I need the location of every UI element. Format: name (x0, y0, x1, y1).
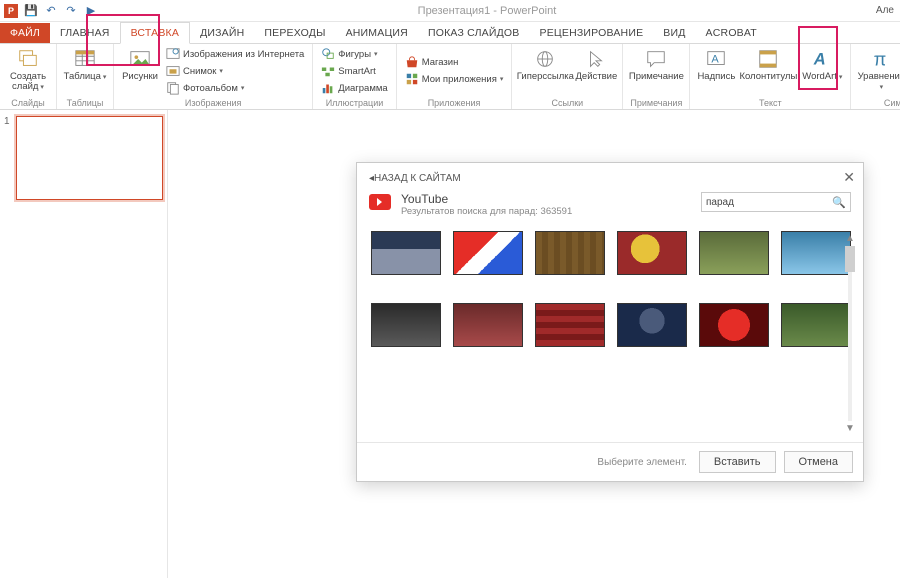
workspace: 1 ✕ НАЗАД К САЙТАМ YouTube Результатов п… (0, 110, 900, 578)
video-result[interactable] (699, 231, 769, 275)
save-icon[interactable]: 💾 (24, 4, 38, 18)
user-label: Але (876, 5, 900, 16)
tab-transitions[interactable]: ПЕРЕХОДЫ (254, 23, 335, 43)
slide-thumbnails-pane: 1 (0, 110, 168, 578)
svg-text:π: π (874, 48, 887, 69)
tab-review[interactable]: РЕЦЕНЗИРОВАНИЕ (530, 23, 654, 43)
window-title: Презентация1 - PowerPoint (98, 5, 876, 17)
group-slides: Создать слайд Слайды (0, 44, 57, 109)
results-scrollbar[interactable]: ▲ ▼ (843, 233, 857, 434)
group-apps: Магазин Мои приложения ▾ Приложения (397, 44, 513, 109)
photo-album-icon (166, 81, 180, 95)
video-result[interactable] (371, 231, 441, 275)
search-value: парад (706, 197, 734, 208)
video-result[interactable] (781, 303, 851, 347)
screenshot-icon (166, 64, 180, 78)
video-result[interactable] (699, 303, 769, 347)
online-pictures-icon (166, 47, 180, 61)
shapes-button[interactable]: Фигуры ▾ (319, 46, 389, 62)
action-button[interactable]: Действие (576, 46, 616, 82)
insert-online-video-dialog: ✕ НАЗАД К САЙТАМ YouTube Результатов пои… (356, 162, 864, 482)
source-title: YouTube (401, 192, 691, 206)
annotation-highlight-video-button (798, 26, 838, 90)
group-symbols: π Уравнение Ω Символ Символы (851, 44, 900, 109)
video-result[interactable] (453, 231, 523, 275)
tab-view[interactable]: ВИД (653, 23, 695, 43)
slide-number: 1 (4, 116, 12, 200)
insert-button[interactable]: Вставить (699, 451, 776, 473)
group-links: Гиперссылка Действие Ссылки (512, 44, 623, 109)
new-slide-icon (16, 48, 40, 70)
video-result[interactable] (453, 303, 523, 347)
results-summary: Результатов поиска для парад: 363591 (401, 206, 691, 217)
video-result[interactable] (781, 231, 851, 275)
chart-icon (321, 81, 335, 95)
comment-icon (644, 48, 668, 70)
photo-album-button[interactable]: Фотоальбом ▾ (164, 80, 306, 96)
action-icon (584, 48, 608, 70)
slide-thumbnail[interactable]: 1 (4, 116, 163, 200)
video-result[interactable] (617, 231, 687, 275)
slide-canvas[interactable]: ✕ НАЗАД К САЙТАМ YouTube Результатов пои… (168, 110, 900, 578)
video-result[interactable] (617, 303, 687, 347)
quick-access-toolbar: 💾 ↶ ↷ ▶ (0, 4, 98, 18)
new-slide-button[interactable]: Создать слайд (6, 46, 50, 93)
chart-button[interactable]: Диаграмма (319, 80, 389, 96)
close-icon[interactable]: ✕ (843, 169, 855, 186)
cancel-button[interactable]: Отмена (784, 451, 853, 473)
scroll-handle[interactable] (845, 246, 855, 272)
store-icon (405, 55, 419, 69)
scroll-up-icon[interactable]: ▲ (845, 233, 855, 244)
screenshot-button[interactable]: Снимок ▾ (164, 63, 306, 79)
textbox-icon: A (704, 48, 728, 70)
group-comments: Примечание Примечания (623, 44, 690, 109)
equation-icon: π (869, 48, 893, 70)
search-input[interactable]: парад 🔍 (701, 192, 851, 212)
annotation-highlight-insert-tab (86, 14, 160, 66)
smartart-icon (321, 64, 335, 78)
textbox-button[interactable]: A Надпись (696, 46, 736, 82)
search-results: ▲ ▼ (357, 225, 863, 442)
header-footer-button[interactable]: Колонтитулы (740, 46, 796, 82)
back-to-sites-link[interactable]: НАЗАД К САЙТАМ (357, 163, 863, 188)
powerpoint-app-icon (4, 4, 18, 18)
my-apps-icon (405, 72, 419, 86)
tab-acrobat[interactable]: ACROBAT (696, 23, 767, 43)
equation-button[interactable]: π Уравнение (857, 46, 900, 93)
shapes-icon (321, 47, 335, 61)
tab-animation[interactable]: АНИМАЦИЯ (336, 23, 418, 43)
my-apps-button[interactable]: Мои приложения ▾ (403, 71, 506, 87)
online-pictures-button[interactable]: Изображения из Интернета (164, 46, 306, 62)
tab-design[interactable]: ДИЗАЙН (190, 23, 254, 43)
video-result[interactable] (535, 231, 605, 275)
smartart-button[interactable]: SmartArt (319, 63, 389, 79)
comment-button[interactable]: Примечание (629, 46, 683, 82)
search-icon[interactable]: 🔍 (832, 196, 846, 209)
slide-preview (16, 116, 163, 200)
tab-file[interactable]: ФАЙЛ (0, 23, 50, 43)
scroll-track[interactable] (848, 246, 852, 421)
redo-icon[interactable]: ↷ (64, 4, 78, 18)
video-result[interactable] (535, 303, 605, 347)
hyperlink-button[interactable]: Гиперссылка (518, 46, 572, 82)
svg-text:A: A (712, 54, 720, 66)
video-result[interactable] (371, 303, 441, 347)
footer-hint: Выберите элемент. (597, 457, 686, 468)
undo-icon[interactable]: ↶ (44, 4, 58, 18)
group-illustrations: Фигуры ▾ SmartArt Диаграмма Иллюстрации (313, 44, 396, 109)
hyperlink-icon (533, 48, 557, 70)
store-button[interactable]: Магазин (403, 54, 506, 70)
header-footer-icon (756, 48, 780, 70)
dialog-footer: Выберите элемент. Вставить Отмена (357, 442, 863, 481)
scroll-down-icon[interactable]: ▼ (845, 423, 855, 434)
tab-slideshow[interactable]: ПОКАЗ СЛАЙДОВ (418, 23, 530, 43)
youtube-icon (369, 194, 391, 210)
